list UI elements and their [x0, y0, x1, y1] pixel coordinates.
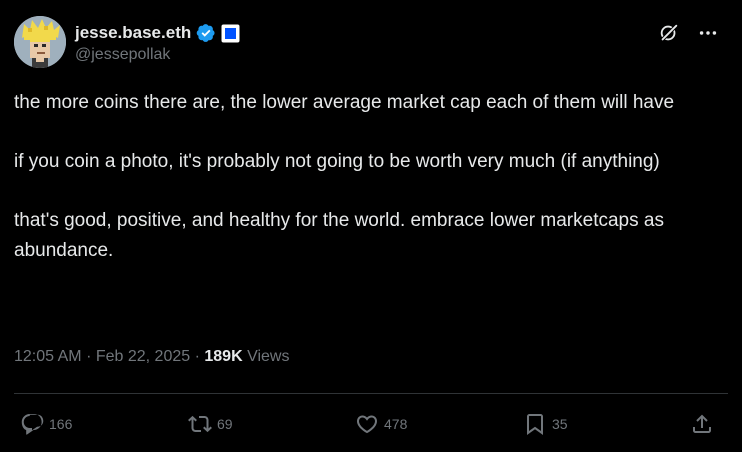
reply-count: 166	[49, 416, 73, 432]
meta-separator: ·	[194, 348, 200, 365]
reply-button[interactable]: 166	[20, 410, 72, 438]
tweet-paragraph: the more coins there are, the lower aver…	[14, 92, 675, 113]
like-button[interactable]: 478	[355, 410, 407, 438]
tweet-header: jesse.base.eth @jessepollak	[14, 16, 728, 72]
tweet-metadata: 12:05 AM · Feb 22, 2025 · 189K Views	[14, 348, 289, 366]
meta-separator: ·	[86, 348, 92, 365]
tweet-paragraph: if you coin a photo, it's probably not g…	[14, 151, 660, 172]
author-handle[interactable]: @jessepollak	[75, 46, 240, 64]
share-button[interactable]	[690, 410, 714, 438]
name-row: jesse.base.eth	[75, 21, 240, 45]
author-display-name[interactable]: jesse.base.eth	[75, 23, 191, 43]
tweet-text: the more coins there are, the lower aver…	[14, 88, 728, 265]
verified-badge-icon[interactable]	[196, 23, 216, 43]
like-count: 478	[384, 416, 408, 432]
bookmark-button[interactable]: 35	[523, 410, 568, 438]
tweet-paragraph: that's good, positive, and healthy for t…	[14, 210, 664, 261]
grok-icon[interactable]	[658, 22, 680, 44]
pixel-avatar-image	[14, 16, 66, 68]
tweet-time[interactable]: 12:05 AM	[14, 348, 82, 365]
reply-icon	[21, 414, 44, 435]
views-count: 189K	[204, 348, 243, 365]
divider	[14, 393, 728, 394]
bookmark-icon	[527, 414, 543, 435]
more-options-icon[interactable]	[696, 22, 720, 44]
avatar[interactable]	[14, 16, 66, 68]
retweet-button[interactable]: 69	[188, 410, 233, 438]
author-info: jesse.base.eth @jessepollak	[75, 21, 240, 64]
tweet-date[interactable]: Feb 22, 2025	[96, 348, 190, 365]
like-icon	[356, 415, 378, 434]
views-label: Views	[247, 348, 290, 365]
base-affiliate-icon[interactable]	[221, 24, 240, 43]
retweet-icon	[188, 415, 212, 433]
bookmark-count: 35	[552, 416, 568, 432]
tweet-card: jesse.base.eth @jessepollak the more coi…	[0, 0, 742, 452]
action-bar: 166 69 478 35	[14, 410, 728, 438]
retweet-count: 69	[217, 416, 233, 432]
share-icon	[693, 414, 711, 433]
